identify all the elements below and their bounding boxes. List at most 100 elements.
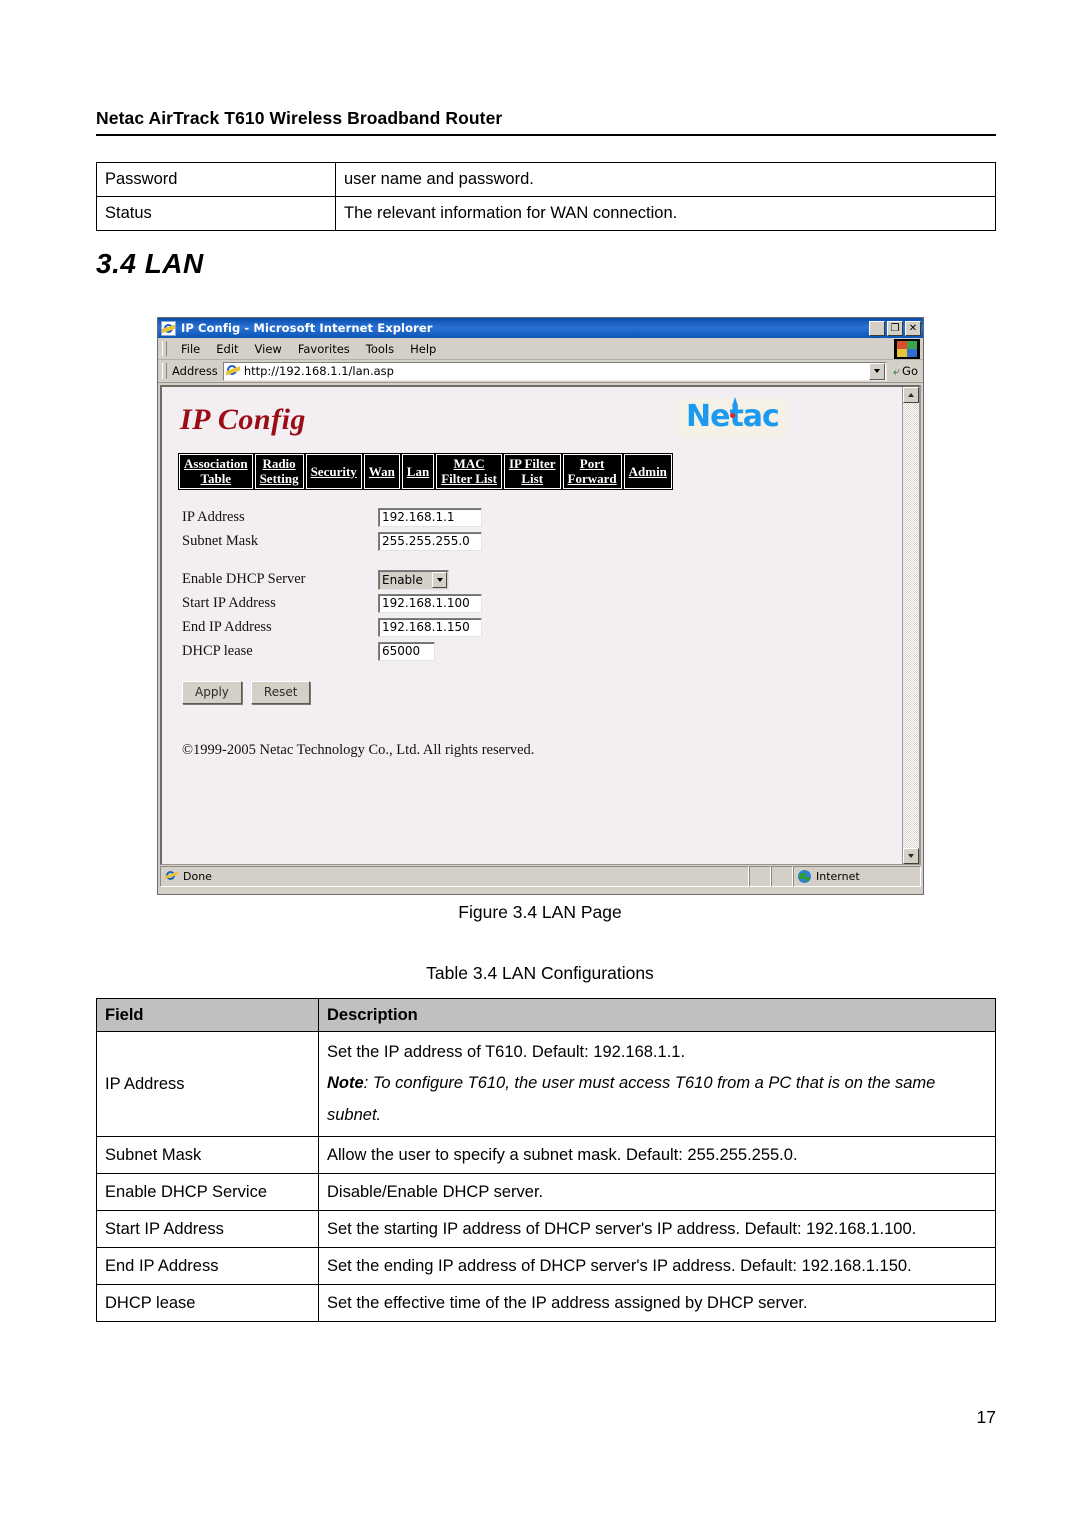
globe-icon xyxy=(798,870,811,883)
scroll-up-button[interactable] xyxy=(903,387,919,403)
web-page-content: IP Config Netac Association xyxy=(162,387,902,864)
minimize-button[interactable]: _ xyxy=(869,320,885,339)
menu-item-file[interactable]: File xyxy=(173,341,208,357)
tab-line1: Radio xyxy=(262,456,296,471)
end-ip-input[interactable]: 192.168.1.150 xyxy=(378,618,482,637)
cell-description: Disable/Enable DHCP server. xyxy=(318,1173,996,1212)
netac-spark-icon xyxy=(732,397,738,406)
start-ip-label: Start IP Address xyxy=(182,595,276,611)
document-page: Netac AirTrack T610 Wireless Broadband R… xyxy=(0,0,1080,1532)
cell-field: End IP Address xyxy=(96,1247,319,1286)
browser-title: IP Config - Microsoft Internet Explorer xyxy=(181,321,433,335)
enable-dhcp-value: Enable xyxy=(382,572,423,587)
tab-radio-setting[interactable]: Radio Setting xyxy=(253,453,305,490)
restore-icon: ❐ xyxy=(890,322,900,334)
router-nav-tabs: Association Table Radio Setting Security… xyxy=(178,453,902,490)
menu-item-favorites[interactable]: Favorites xyxy=(290,341,358,357)
tab-mac-filter-list[interactable]: MAC Filter List xyxy=(435,453,503,490)
reset-button[interactable]: Reset xyxy=(250,681,311,704)
cell-description: Set the starting IP address of DHCP serv… xyxy=(318,1210,996,1249)
browser-menubar: File Edit View Favorites Tools Help xyxy=(158,338,923,360)
field-row-subnet-mask: Subnet Mask 255.255.255.0 xyxy=(182,530,902,553)
menu-item-edit[interactable]: Edit xyxy=(208,341,246,357)
status-message: Done xyxy=(183,870,212,883)
menu-item-help[interactable]: Help xyxy=(402,341,444,357)
table-row: Status The relevant information for WAN … xyxy=(96,196,996,231)
close-icon: ✕ xyxy=(908,322,918,334)
table-row: Password user name and password. xyxy=(96,162,996,197)
status-pane-spacer xyxy=(771,866,793,887)
addressbar-grip[interactable] xyxy=(162,363,167,379)
netac-logo-text: Netac xyxy=(686,397,780,433)
table-row-ip-address: IP Address Set the IP address of T610. D… xyxy=(96,1030,996,1138)
page-icon xyxy=(226,364,240,378)
running-header-text: Netac AirTrack T610 Wireless Broadband R… xyxy=(96,108,503,128)
figure-caption: Figure 3.4 LAN Page xyxy=(458,902,622,922)
running-header: Netac AirTrack T610 Wireless Broadband R… xyxy=(96,108,996,136)
tab-line1: Association xyxy=(184,456,248,471)
netac-dot-icon xyxy=(730,413,735,418)
lan-configurations-table: Field Description IP Address Set the IP … xyxy=(96,998,996,1323)
desc-line-default: Set the IP address of T610. Default: 192… xyxy=(327,1043,686,1061)
tab-line2: Setting xyxy=(259,471,299,486)
logo-quadrant xyxy=(907,349,917,357)
menu-item-view[interactable]: View xyxy=(247,341,290,357)
cell-description: Set the ending IP address of DHCP server… xyxy=(318,1247,996,1286)
subnet-mask-label: Subnet Mask xyxy=(182,533,259,549)
restore-button[interactable]: ❐ xyxy=(887,320,903,336)
column-header-field: Field xyxy=(96,998,319,1032)
subnet-mask-input[interactable]: 255.255.255.0 xyxy=(378,532,482,551)
tab-line1: Lan xyxy=(406,463,430,479)
browser-titlebar: IP Config - Microsoft Internet Explorer … xyxy=(158,318,923,338)
note-text: : To configure T610, the user must acces… xyxy=(327,1074,936,1124)
vertical-scrollbar[interactable] xyxy=(902,387,919,864)
scroll-down-button[interactable] xyxy=(903,848,919,864)
enable-dhcp-select[interactable]: Enable xyxy=(378,569,449,590)
select-dropdown-button[interactable] xyxy=(432,571,447,588)
status-pane-spacer xyxy=(749,866,771,887)
start-ip-input[interactable]: 192.168.1.100 xyxy=(378,594,482,613)
browser-addressbar: Address http://192.168.1.1/lan.asp ⤷ Go xyxy=(158,360,923,383)
browser-window-screenshot: IP Config - Microsoft Internet Explorer … xyxy=(157,317,924,895)
status-message-pane: Done xyxy=(160,866,749,887)
top-table-field-1: Status xyxy=(96,196,336,231)
table-caption: Table 3.4 LAN Configurations xyxy=(426,963,654,983)
form-spacer xyxy=(182,554,902,568)
go-label: Go xyxy=(902,364,918,378)
go-arrow-icon: ⤷ xyxy=(893,363,901,378)
tab-lan[interactable]: Lan xyxy=(400,453,436,490)
field-row-enable-dhcp: Enable DHCP Server Enable xyxy=(182,568,902,591)
cell-field: Start IP Address xyxy=(96,1210,319,1249)
table-row: Enable DHCP Service Disable/Enable DHCP … xyxy=(96,1173,996,1212)
chevron-down-icon xyxy=(436,577,443,582)
dhcp-lease-label: DHCP lease xyxy=(182,643,253,659)
address-dropdown-button[interactable] xyxy=(869,362,886,380)
tab-security[interactable]: Security xyxy=(304,453,363,490)
menubar-grip[interactable] xyxy=(162,341,167,356)
go-button[interactable]: ⤷ Go xyxy=(887,364,923,379)
tab-ip-filter-list[interactable]: IP Filter List xyxy=(502,453,562,490)
security-zone-label: Internet xyxy=(816,870,860,883)
tab-line1: Port xyxy=(579,456,605,471)
apply-button[interactable]: Apply xyxy=(182,681,242,704)
copyright-text: ©1999-2005 Netac Technology Co., Ltd. Al… xyxy=(182,742,535,758)
minimize-icon: _ xyxy=(874,324,880,339)
browser-viewport: IP Config Netac Association xyxy=(160,385,921,865)
close-button[interactable]: ✕ xyxy=(905,320,921,336)
desc-line-note: Note: To configure T610, the user must a… xyxy=(327,1068,987,1131)
tab-line1: Security xyxy=(310,463,357,479)
tab-admin[interactable]: Admin xyxy=(622,453,673,490)
address-url-text: http://192.168.1.1/lan.asp xyxy=(243,364,394,378)
top-table-desc-0: user name and password. xyxy=(335,162,996,197)
table-header-row: Field Description xyxy=(96,998,996,1032)
ip-address-input[interactable]: 192.168.1.1 xyxy=(378,508,482,527)
address-input[interactable]: http://192.168.1.1/lan.asp xyxy=(222,361,888,381)
tab-port-forward[interactable]: Port Forward xyxy=(561,453,623,490)
cell-field: Enable DHCP Service xyxy=(96,1173,319,1212)
dhcp-lease-input[interactable]: 65000 xyxy=(378,642,435,661)
logo-quadrant xyxy=(897,349,907,357)
tab-wan[interactable]: Wan xyxy=(362,453,401,490)
tab-association-table[interactable]: Association Table xyxy=(178,453,254,490)
security-zone-pane: Internet xyxy=(793,866,921,887)
menu-item-tools[interactable]: Tools xyxy=(358,341,402,357)
